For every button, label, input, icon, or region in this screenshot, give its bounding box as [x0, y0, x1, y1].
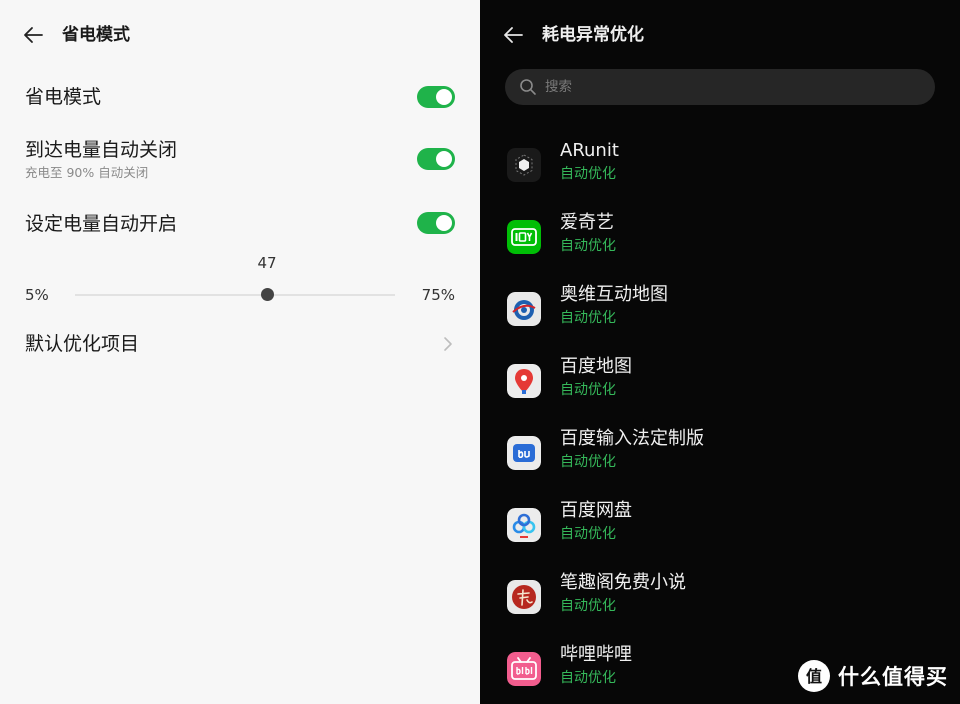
list-item[interactable]: 笔趣阁免费小说 自动优化: [507, 571, 927, 631]
app-status: 自动优化: [560, 526, 616, 542]
app-status: 自动优化: [560, 454, 616, 470]
app-name: 百度地图: [560, 356, 632, 377]
app-name: 百度输入法定制版: [560, 428, 704, 449]
baidu-map-icon: [507, 364, 541, 398]
list-item[interactable]: 爱奇艺 自动优化: [507, 211, 927, 271]
auto-on-toggle[interactable]: [417, 212, 455, 234]
app-status: 自动优化: [560, 382, 616, 398]
power-saving-toggle[interactable]: [417, 86, 455, 108]
list-item[interactable]: 百度输入法定制版 自动优化: [507, 427, 927, 487]
back-arrow-icon[interactable]: [502, 24, 524, 46]
app-name: 爱奇艺: [560, 212, 614, 233]
app-status: 自动优化: [560, 310, 616, 326]
back-arrow-icon[interactable]: [22, 24, 44, 46]
search-input[interactable]: 搜索: [505, 69, 935, 105]
slider-max-label: 75%: [421, 286, 455, 304]
power-saving-screen: 省电模式 省电模式 到达电量自动关闭 充电至 90% 自动关闭 设定电量自动开启…: [0, 0, 480, 704]
auto-off-toggle[interactable]: [417, 148, 455, 170]
slider-track[interactable]: [75, 294, 395, 296]
app-status: 自动优化: [560, 670, 616, 686]
chevron-right-icon: [444, 337, 452, 351]
app-name: 奥维互动地图: [560, 284, 668, 305]
battery-level-slider[interactable]: 47 5% 75%: [25, 254, 455, 310]
search-icon: [520, 79, 536, 95]
search-placeholder: 搜索: [545, 79, 572, 95]
header: 省电模式: [0, 0, 480, 72]
row-label: 到达电量自动关闭: [25, 139, 178, 161]
row-subtitle: 充电至 90% 自动关闭: [25, 165, 149, 180]
watermark-text: 什么值得买: [838, 665, 948, 689]
row-label: 默认优化项目: [25, 333, 140, 355]
smzdm-watermark: 值 什么值得买: [798, 660, 948, 692]
list-item[interactable]: 百度地图 自动优化: [507, 355, 927, 415]
auto-off-row[interactable]: 到达电量自动关闭 充电至 90% 自动关闭: [25, 138, 455, 184]
app-status: 自动优化: [560, 166, 616, 182]
list-item[interactable]: 百度网盘 自动优化: [507, 499, 927, 559]
bilibili-icon: [507, 652, 541, 686]
row-label: 省电模式: [25, 86, 102, 108]
iqiyi-icon: [507, 220, 541, 254]
ovital-map-icon: [507, 292, 541, 326]
row-label: 设定电量自动开启: [25, 213, 178, 235]
slider-thumb[interactable]: [261, 288, 274, 301]
power-saving-row[interactable]: 省电模式: [25, 85, 455, 109]
app-name: 哔哩哔哩: [560, 644, 632, 665]
smzdm-logo-icon: 值: [798, 660, 830, 692]
list-item[interactable]: 奥维互动地图 自动优化: [507, 283, 927, 343]
slider-value: 47: [257, 254, 277, 272]
baidu-netdisk-icon: [507, 508, 541, 542]
page-title: 耗电异常优化: [542, 25, 644, 45]
arunit-icon: [507, 148, 541, 182]
baidu-input-icon: [507, 436, 541, 470]
battery-anomaly-screen: 耗电异常优化 搜索 ARunit 自动优化 爱奇艺 自动优化 奥维互动地图 自动…: [480, 0, 960, 704]
app-name: 笔趣阁免费小说: [560, 572, 686, 593]
smzdm-logo-glyph: 值: [806, 667, 822, 686]
auto-on-row[interactable]: 设定电量自动开启: [25, 212, 455, 236]
list-item[interactable]: ARunit 自动优化: [507, 139, 927, 199]
page-title: 省电模式: [62, 25, 130, 45]
app-name: 百度网盘: [560, 500, 632, 521]
default-optimization-row[interactable]: 默认优化项目: [25, 332, 455, 356]
slider-min-label: 5%: [25, 286, 49, 304]
app-status: 自动优化: [560, 598, 616, 614]
app-name: ARunit: [560, 140, 619, 161]
app-status: 自动优化: [560, 238, 616, 254]
biquge-icon: [507, 580, 541, 614]
